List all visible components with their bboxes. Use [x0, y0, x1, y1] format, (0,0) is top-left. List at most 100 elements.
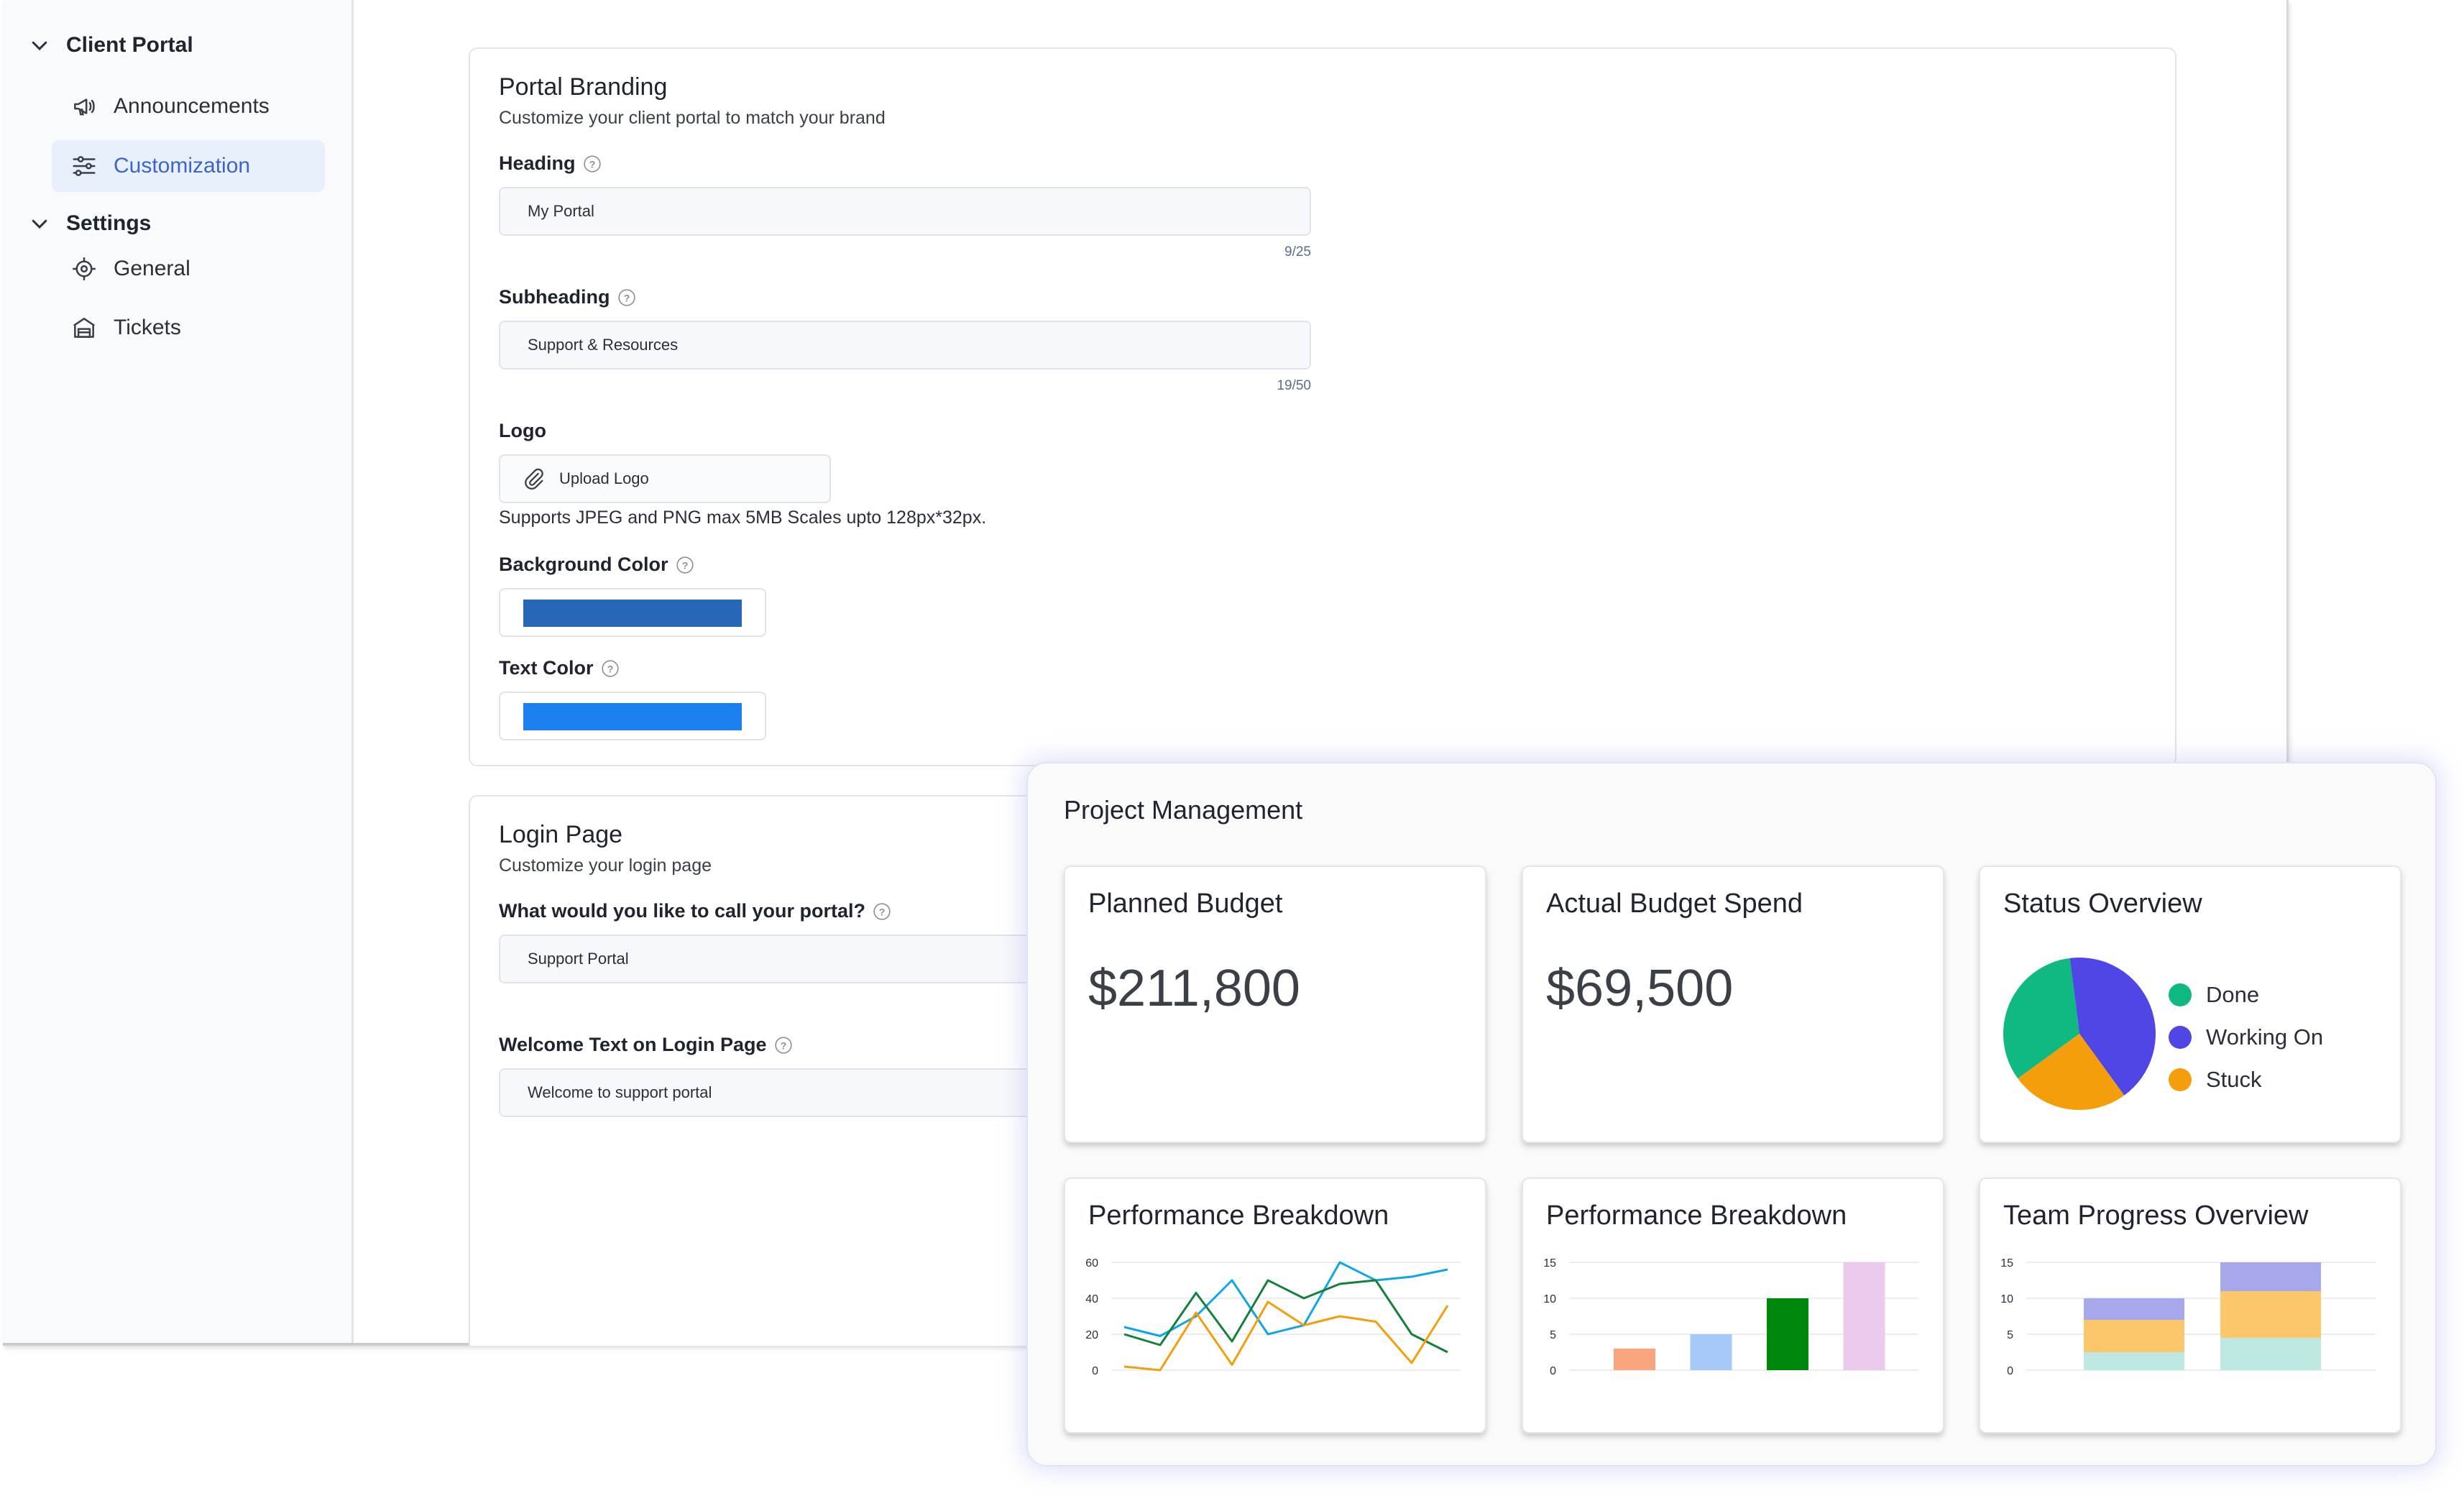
heading-label: Heading ? — [499, 152, 602, 175]
svg-text:?: ? — [681, 559, 688, 571]
ticket-building-icon — [73, 318, 95, 338]
help-icon[interactable]: ? — [774, 1036, 793, 1055]
svg-text:?: ? — [607, 663, 613, 674]
portal-branding-card: Portal Branding Customize your client po… — [469, 47, 2176, 766]
project-management-dashboard: Project Management Planned Budget $211,8… — [1026, 762, 2437, 1466]
sidebar-item-general[interactable]: General — [52, 243, 325, 295]
subheading-label-text: Subheading — [499, 286, 610, 308]
stacked-bar-segment — [2220, 1262, 2321, 1291]
dashboard-title: Project Management — [1064, 795, 1303, 825]
tile-title: Performance Breakdown — [1546, 1201, 1847, 1231]
legend-swatch — [2169, 983, 2192, 1006]
tile-title: Planned Budget — [1088, 889, 1283, 919]
upload-logo-label: Upload Logo — [559, 469, 649, 487]
legend-label: Working On — [2206, 1024, 2324, 1050]
bar — [1690, 1334, 1732, 1370]
status-overview-tile[interactable]: Status Overview Done Working On Stuck — [1979, 866, 2401, 1143]
y-tick-label: 0 — [1092, 1365, 1098, 1377]
welcome-text-label: Welcome Text on Login Page ? — [499, 1034, 793, 1056]
portal-name-label: What would you like to call your portal?… — [499, 900, 891, 922]
actual-budget-value: $69,500 — [1546, 960, 1734, 1017]
stacked-bar-segment — [2220, 1291, 2321, 1338]
heading-char-counter: 9/25 — [1284, 244, 1311, 260]
heading-label-text: Heading — [499, 152, 576, 174]
logo-hint: Supports JPEG and PNG max 5MB Scales upt… — [499, 508, 987, 528]
text-color-label: Text Color ? — [499, 657, 620, 679]
tile-title: Actual Budget Spend — [1546, 889, 1803, 919]
y-tick-label: 20 — [1085, 1329, 1098, 1341]
legend-item: Working On — [2169, 1016, 2323, 1058]
help-icon[interactable]: ? — [617, 288, 636, 307]
team-progress-tile[interactable]: Team Progress Overview 0 5 10 15 — [1979, 1178, 2401, 1433]
section-title: Login Page — [499, 821, 623, 848]
sidebar-group-settings[interactable]: Settings — [29, 211, 151, 236]
sidebar: Client Portal Announcements Customizatio… — [3, 0, 354, 1343]
y-tick-label: 0 — [1550, 1365, 1556, 1377]
planned-budget-value: $211,800 — [1088, 960, 1300, 1017]
gear-icon — [73, 257, 96, 280]
subheading-label: Subheading ? — [499, 286, 636, 308]
y-tick-label: 40 — [1085, 1293, 1098, 1305]
actual-budget-tile[interactable]: Actual Budget Spend $69,500 — [1522, 866, 1944, 1143]
heading-input[interactable]: My Portal — [499, 187, 1311, 236]
legend-swatch — [2169, 1025, 2192, 1049]
status-legend: Done Working On Stuck — [2169, 973, 2323, 1101]
y-tick-label: 15 — [2000, 1257, 2013, 1270]
section-subtitle: Customize your login page — [499, 855, 712, 876]
legend-swatch — [2169, 1068, 2192, 1091]
welcome-text-label-text: Welcome Text on Login Page — [499, 1034, 767, 1055]
svg-text:?: ? — [780, 1039, 786, 1051]
performance-line-chart: 0 20 40 60 — [1085, 1257, 1461, 1377]
sidebar-group-label: Client Portal — [66, 33, 193, 57]
svg-text:?: ? — [623, 292, 630, 303]
chevron-down-icon — [32, 41, 47, 51]
section-subtitle: Customize your client portal to match yo… — [499, 108, 886, 128]
subheading-input[interactable]: Support & Resources — [499, 321, 1311, 369]
legend-item: Done — [2169, 973, 2323, 1016]
subheading-char-counter: 19/50 — [1277, 378, 1311, 393]
legend-item: Stuck — [2169, 1058, 2323, 1101]
sidebar-item-label: General — [114, 257, 190, 280]
stacked-bar-segment — [2220, 1338, 2321, 1370]
planned-budget-tile[interactable]: Planned Budget $211,800 — [1064, 866, 1486, 1143]
sidebar-item-tickets[interactable]: Tickets — [52, 302, 325, 354]
line-series-1 — [1123, 1279, 1448, 1354]
help-icon[interactable]: ? — [601, 659, 620, 678]
bar — [1614, 1349, 1655, 1370]
tile-title: Performance Breakdown — [1088, 1201, 1389, 1231]
upload-logo-button[interactable]: Upload Logo — [499, 454, 831, 503]
performance-bar-chart: 0 5 10 15 — [1543, 1257, 1918, 1377]
svg-text:?: ? — [589, 158, 595, 170]
stacked-bar-segment — [2084, 1320, 2184, 1352]
status-pie-chart — [2003, 958, 2156, 1110]
performance-bar-tile[interactable]: Performance Breakdown 0 5 10 15 — [1522, 1178, 1944, 1433]
bar — [1767, 1298, 1808, 1370]
y-tick-label: 5 — [2007, 1329, 2013, 1341]
tile-title: Status Overview — [2003, 889, 2202, 919]
y-tick-label: 0 — [2007, 1365, 2013, 1377]
text-color-label-text: Text Color — [499, 657, 594, 679]
stacked-bar-segment — [2084, 1298, 2184, 1320]
sidebar-group-client-portal[interactable]: Client Portal — [29, 33, 193, 58]
y-tick-label: 5 — [1550, 1329, 1556, 1341]
logo-label: Logo — [499, 420, 546, 442]
chevron-down-icon — [32, 219, 47, 229]
help-icon[interactable]: ? — [873, 902, 891, 921]
legend-label: Done — [2206, 981, 2260, 1007]
help-icon[interactable]: ? — [676, 556, 694, 574]
portal-name-label-text: What would you like to call your portal? — [499, 900, 866, 922]
background-color-picker[interactable] — [499, 588, 766, 637]
sidebar-item-announcements[interactable]: Announcements — [52, 81, 325, 132]
bar — [1843, 1262, 1885, 1370]
sidebar-item-label: Customization — [114, 154, 251, 178]
help-icon[interactable]: ? — [583, 155, 602, 173]
text-color-picker[interactable] — [499, 692, 766, 740]
legend-label: Stuck — [2206, 1066, 2262, 1092]
sidebar-item-customization[interactable]: Customization — [52, 140, 325, 192]
svg-text:?: ? — [879, 906, 886, 917]
sidebar-item-label: Announcements — [114, 94, 270, 118]
sidebar-group-label: Settings — [66, 211, 152, 235]
performance-line-tile[interactable]: Performance Breakdown 0 20 40 60 — [1064, 1178, 1486, 1433]
stacked-bar-segment — [2084, 1352, 2184, 1370]
sliders-icon — [73, 156, 96, 176]
